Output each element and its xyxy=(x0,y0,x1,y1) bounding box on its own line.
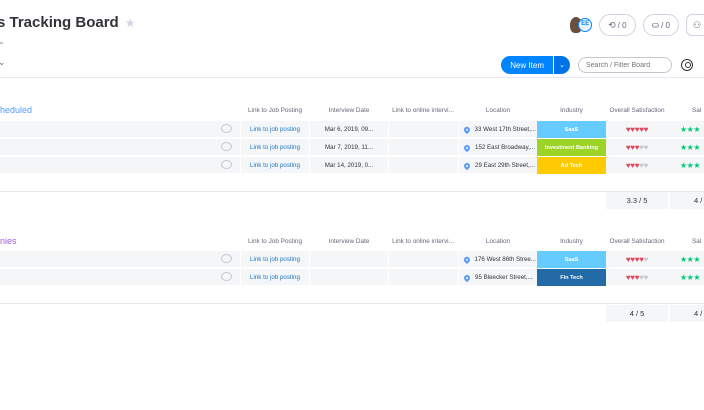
column-header-online-interview[interactable]: Link to online intervi... xyxy=(390,238,456,245)
location-pin-icon xyxy=(462,125,471,134)
comment-bubble-icon[interactable] xyxy=(221,124,232,133)
location-pin-icon xyxy=(462,273,472,282)
column-header-job-posting[interactable]: Link to Job Posting xyxy=(242,107,308,114)
members-button[interactable]: ⚇ xyxy=(686,14,704,36)
activity-button[interactable]: ⛀ / 0 xyxy=(642,14,679,36)
column-header-industry[interactable]: Industry xyxy=(537,107,606,114)
column-header-online-interview[interactable]: Link to online intervi... xyxy=(390,107,456,114)
job-posting-link[interactable]: Link to job posting xyxy=(242,139,308,156)
salary-summary: 4 / xyxy=(670,305,704,322)
column-header-salary[interactable]: Sal xyxy=(692,107,704,114)
column-header-interview-date[interactable]: Interview Date xyxy=(310,107,388,114)
table-row[interactable]: Link to job posting 176 West 86th Stree.… xyxy=(0,251,704,268)
updates-button[interactable]: ⟲ / 0 xyxy=(599,14,636,36)
updates-count: / 0 xyxy=(617,20,627,30)
location-text: 176 West 86th Stree... xyxy=(474,256,536,263)
comment-bubble-icon[interactable] xyxy=(221,254,232,263)
column-header-satisfaction[interactable]: Overall Satisfaction xyxy=(606,107,668,114)
interview-date[interactable] xyxy=(310,251,388,268)
location-cell[interactable]: 33 West 17th Street,... xyxy=(460,121,536,138)
comment-bubble-icon[interactable] xyxy=(221,142,232,151)
avatar[interactable]: EE xyxy=(569,14,593,36)
satisfaction-rating[interactable]: ♥♥♥♥♥ xyxy=(606,139,668,156)
salary-rating[interactable]: ★★★ xyxy=(680,251,704,268)
column-header-location[interactable]: Location xyxy=(460,238,536,245)
updates-icon: ⟲ xyxy=(608,19,616,30)
board-title-area: s Tracking Board ★ xyxy=(0,14,135,31)
location-text: 95 Bleecker Street,... xyxy=(475,274,533,281)
job-posting-link[interactable]: Link to job posting xyxy=(242,121,308,138)
industry-label[interactable]: SaaS xyxy=(537,251,606,268)
column-header-location[interactable]: Location xyxy=(460,107,536,114)
job-posting-link[interactable]: Link to job posting xyxy=(242,269,308,286)
industry-label[interactable]: Ad Tech xyxy=(537,157,606,174)
salary-rating[interactable]: ★★★ xyxy=(680,269,704,286)
job-posting-link[interactable]: Link to job posting xyxy=(242,157,308,174)
group-title[interactable]: nies xyxy=(0,236,17,246)
members-icon: ⚇ xyxy=(693,19,702,30)
industry-label[interactable]: Investment Banking xyxy=(537,139,606,156)
column-header-industry[interactable]: Industry xyxy=(537,238,606,245)
new-item-dropdown[interactable]: ⌄ xyxy=(554,56,570,74)
satisfaction-summary: 3.3 / 5 xyxy=(606,192,668,209)
location-text: 33 West 17th Street,... xyxy=(474,126,536,133)
industry-label[interactable]: Fin Tech xyxy=(537,269,606,286)
location-cell[interactable]: 176 West 86th Stree... xyxy=(460,251,536,268)
search-input[interactable] xyxy=(578,57,672,73)
column-header-interview-date[interactable]: Interview Date xyxy=(310,238,388,245)
activity-count: / 0 xyxy=(661,20,670,30)
satisfaction-rating[interactable]: ♥♥♥♥♥ xyxy=(606,121,668,138)
location-pin-icon xyxy=(462,255,471,264)
location-cell[interactable]: 152 East Broadway,... xyxy=(460,139,536,156)
board-description-marker xyxy=(0,42,3,44)
column-header-satisfaction[interactable]: Overall Satisfaction xyxy=(606,238,668,245)
location-cell[interactable]: 95 Bleecker Street,... xyxy=(460,269,536,286)
group-footer-line xyxy=(0,303,704,304)
board-toolbar: New Item ⌄ xyxy=(501,56,704,74)
table-row[interactable]: Link to job posting Mar 7, 2019, 11... 1… xyxy=(0,139,704,156)
location-text: 152 East Broadway,... xyxy=(475,144,536,151)
interview-date[interactable] xyxy=(310,269,388,286)
column-header-salary[interactable]: Sal xyxy=(692,238,704,245)
satisfaction-rating[interactable]: ♥♥♥♥♥ xyxy=(606,157,668,174)
industry-label[interactable]: SaaS xyxy=(537,121,606,138)
group-title[interactable]: heduled xyxy=(0,105,32,115)
header-actions: EE ⟲ / 0 ⛀ / 0 ⚇ xyxy=(569,14,704,36)
satisfaction-rating[interactable]: ♥♥♥♥♥ xyxy=(606,269,668,286)
comment-bubble-icon[interactable] xyxy=(221,272,232,281)
column-header-job-posting[interactable]: Link to Job Posting xyxy=(242,238,308,245)
avatar-badge: EE xyxy=(578,18,593,32)
salary-rating[interactable]: ★★★ xyxy=(680,139,704,156)
location-text: 29 East 29th Street,... xyxy=(475,162,535,169)
new-item-button[interactable]: New Item xyxy=(501,56,553,74)
table-row[interactable]: Link to job posting Mar 14, 2019, 0... 2… xyxy=(0,157,704,174)
salary-summary: 4 / xyxy=(670,192,704,209)
interview-date[interactable]: Mar 14, 2019, 0... xyxy=(310,157,388,174)
comment-bubble-icon[interactable] xyxy=(221,160,232,169)
activity-icon: ⛀ xyxy=(651,19,660,30)
header-divider xyxy=(0,77,704,78)
chevron-down-icon[interactable]: ⌄ xyxy=(0,57,6,68)
salary-rating[interactable]: ★★★ xyxy=(680,157,704,174)
table-row[interactable]: Link to job posting 95 Bleecker Street,.… xyxy=(0,269,704,286)
star-icon[interactable]: ★ xyxy=(125,16,136,30)
location-cell[interactable]: 29 East 29th Street,... xyxy=(460,157,536,174)
job-posting-link[interactable]: Link to job posting xyxy=(242,251,308,268)
satisfaction-rating[interactable]: ♥♥♥♥♥ xyxy=(606,251,668,268)
location-pin-icon xyxy=(462,161,472,170)
interview-date[interactable]: Mar 7, 2019, 11... xyxy=(310,139,388,156)
salary-rating[interactable]: ★★★ xyxy=(680,121,704,138)
satisfaction-summary: 4 / 5 xyxy=(606,305,668,322)
person-filter-icon[interactable] xyxy=(681,59,693,71)
board-title[interactable]: s Tracking Board xyxy=(0,14,119,31)
table-row[interactable]: Link to job posting Mar 6, 2019, 09... 3… xyxy=(0,121,704,138)
group-footer-line xyxy=(0,191,704,192)
location-pin-icon xyxy=(462,143,472,152)
interview-date[interactable]: Mar 6, 2019, 09... xyxy=(310,121,388,138)
